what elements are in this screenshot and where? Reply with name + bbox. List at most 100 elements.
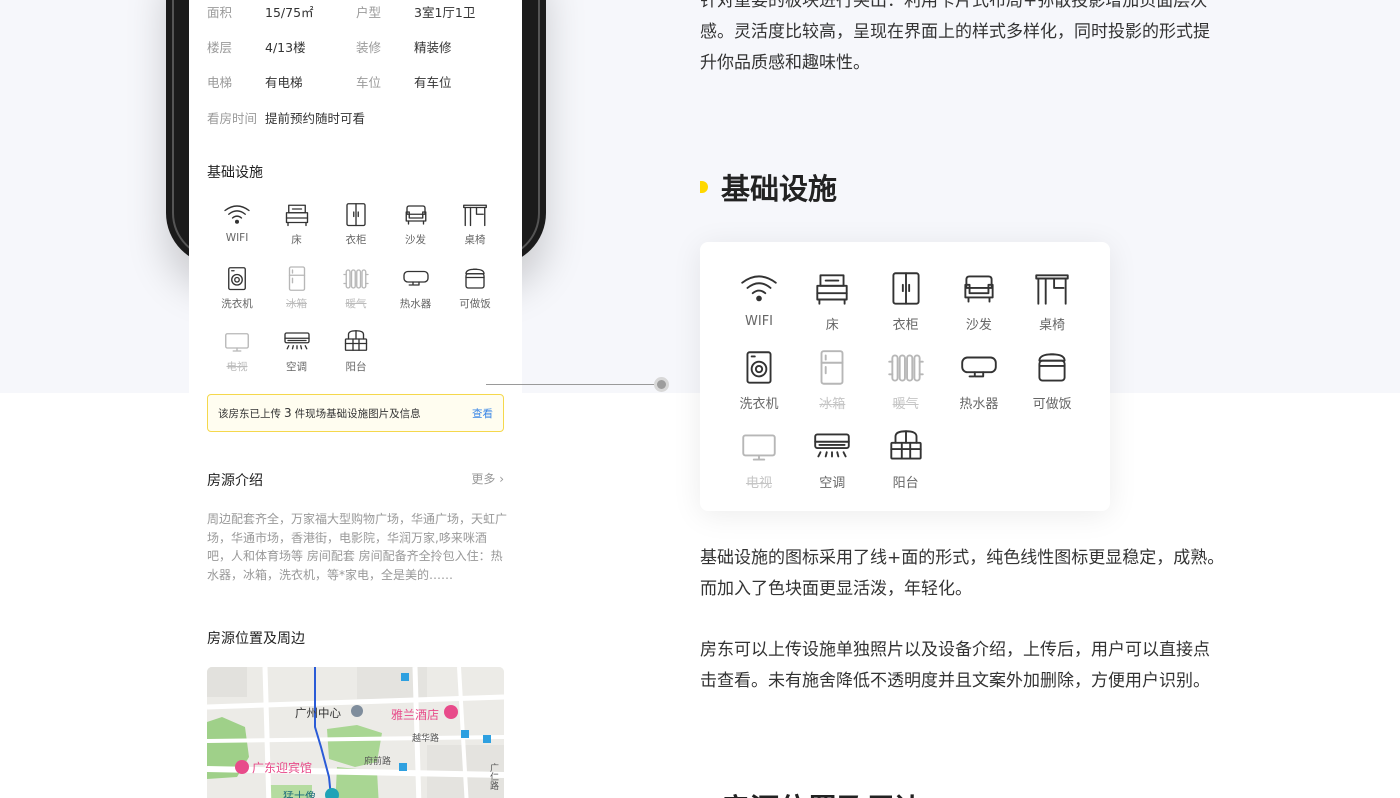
wifi-icon — [207, 200, 267, 230]
facility-label: 可做饭 — [459, 297, 491, 310]
facility-sofa[interactable]: 沙发 — [942, 268, 1016, 333]
facility-desk-chair[interactable]: 桌椅 — [445, 200, 505, 247]
facility-label: 热水器 — [399, 297, 432, 310]
facility-label: 床 — [825, 318, 839, 333]
map-view[interactable]: 广州中心 雅兰酒店 越华路 府前路 广仁路 广东迎宾馆 猛士像 — [207, 667, 504, 798]
value-decoration: 精装修 — [414, 40, 452, 55]
wardrobe-icon — [869, 268, 943, 310]
air-conditioner-icon — [795, 426, 869, 468]
label-elevator: 电梯 — [207, 75, 233, 90]
intro-title: 房源介绍 — [207, 473, 263, 489]
facility-wardrobe[interactable]: 衣柜 — [326, 200, 386, 247]
facility-balcony[interactable]: 阳台 — [326, 327, 386, 374]
map-poi-center[interactable]: 广州中心 — [295, 705, 341, 721]
connector-dot — [654, 377, 669, 392]
desk-chair-icon — [1015, 268, 1089, 310]
location-title: 房源位置及周边 — [207, 631, 305, 647]
info-row-elevator: 电梯 有电梯 车位 有车位 — [207, 72, 505, 91]
fridge-icon — [795, 347, 869, 389]
tv-icon — [722, 426, 796, 468]
value-layout: 3室1厅1卫 — [414, 5, 476, 20]
value-floor: 4/13楼 — [265, 40, 306, 55]
facility-sofa[interactable]: 沙发 — [386, 200, 446, 247]
facility-label: 暖气 — [345, 297, 367, 310]
balcony-icon — [326, 327, 386, 357]
facility-heater[interactable]: 暖气 — [869, 347, 943, 412]
facility-label: 阳台 — [345, 361, 367, 373]
map-road-2: 府前路 — [364, 757, 392, 767]
washing-machine-icon — [207, 264, 267, 294]
facility-balcony[interactable]: 阳台 — [869, 426, 943, 491]
facility-label: 空调 — [286, 361, 307, 373]
facility-washing-machine[interactable]: 洗衣机 — [207, 264, 267, 311]
notice-view-link[interactable]: 查看 — [472, 406, 493, 421]
facility-water-heater[interactable]: 热水器 — [386, 264, 446, 311]
connector-line — [486, 384, 662, 385]
facility-air-conditioner[interactable]: 空调 — [267, 327, 327, 374]
top-para-line-1: 针对重要的板块进行突出：利用卡片式布局+弥散投影增加页面层次 — [700, 0, 1208, 11]
rice-cooker-icon — [445, 264, 505, 294]
info-row-viewing: 看房时间 提前预约随时可看 — [207, 108, 365, 127]
notice-suffix: 件现场基础设施图片及信息 — [294, 408, 421, 420]
value-area: 15/75㎡ — [265, 5, 314, 20]
label-layout: 户型 — [356, 5, 382, 20]
facility-washing-machine[interactable]: 洗衣机 — [722, 347, 796, 412]
facility-label: 冰箱 — [286, 297, 307, 310]
phone-screen: 面积 15/75㎡ 户型 3室1厅1卫 楼层 4/13楼 装修 精装修 电梯 有… — [189, 0, 522, 798]
map-poi-hotel-2[interactable]: 广东迎宾馆 — [252, 759, 312, 776]
top-para-line-2: 感。灵活度比较高，呈现在界面上的样式多样化，同时投影的形式提 — [700, 22, 1210, 42]
facility-label: 冰箱 — [819, 397, 846, 412]
facility-tv[interactable]: 电视 — [207, 327, 267, 374]
facility-label: 桌椅 — [464, 234, 486, 246]
wifi-icon — [722, 268, 796, 310]
facility-water-heater[interactable]: 热水器 — [942, 347, 1016, 412]
facility-label: 电视 — [226, 361, 248, 373]
water-heater-icon — [942, 347, 1016, 389]
label-decoration: 装修 — [356, 40, 382, 55]
facility-label: 沙发 — [965, 318, 992, 333]
section-heading-location: 房源位置及周边 — [721, 786, 924, 798]
label-parking: 车位 — [356, 75, 382, 90]
facility-tv[interactable]: 电视 — [722, 426, 796, 491]
facility-fridge[interactable]: 冰箱 — [795, 347, 869, 412]
facility-label: 电视 — [745, 476, 772, 491]
intro-more-link[interactable]: 更多 › — [471, 470, 504, 487]
facility-label: 沙发 — [405, 234, 426, 246]
facility-wifi[interactable]: WIFI — [722, 268, 796, 329]
facility-fridge[interactable]: 冰箱 — [267, 264, 327, 311]
top-paragraph: 针对重要的板块进行突出：利用卡片式布局+弥散投影增加页面层次 感。灵活度比较高，… — [700, 0, 1210, 79]
intro-text: 周边配套齐全，万家福大型购物广场，华通广场，天虹广场，华通市场，香港街，电影院，… — [207, 512, 508, 582]
facility-bed[interactable]: 床 — [795, 268, 869, 333]
facility-bed[interactable]: 床 — [267, 200, 327, 247]
facility-label: 空调 — [819, 476, 846, 491]
washing-machine-icon — [722, 347, 796, 389]
desc1-line-1: 基础设施的图标采用了线+面的形式，纯色线性图标更显稳定，成熟。 — [700, 548, 1225, 568]
facility-notice[interactable]: 该房东已上传 3 件现场基础设施图片及信息 查看 — [207, 394, 504, 432]
map-poi-hotel-1[interactable]: 雅兰酒店 — [391, 706, 439, 723]
facility-label: 衣柜 — [892, 318, 919, 333]
facility-air-conditioner[interactable]: 空调 — [795, 426, 869, 491]
value-viewing-time: 提前预约随时可看 — [265, 111, 366, 126]
desc-paragraph-2: 房东可以上传设施单独照片以及设备介绍，上传后，用户可以直接点 击查看。未有施舍降… — [700, 635, 1210, 697]
facility-rice-cooker[interactable]: 可做饭 — [1015, 347, 1089, 412]
air-conditioner-icon — [267, 327, 327, 357]
bed-icon — [267, 200, 327, 230]
label-area: 面积 — [207, 5, 233, 20]
facilities-card: WIFI 床 衣柜 沙发 桌椅洗衣机 冰箱 暖气 热水器 可做饭电视 空调 阳台 — [700, 242, 1110, 511]
facility-desk-chair[interactable]: 桌椅 — [1015, 268, 1089, 333]
facility-label: 可做饭 — [1032, 397, 1072, 412]
desk-chair-icon — [445, 200, 505, 230]
map-poi-statue[interactable]: 猛士像 — [283, 788, 316, 798]
value-parking: 有车位 — [414, 75, 452, 90]
facility-wardrobe[interactable]: 衣柜 — [869, 268, 943, 333]
facility-wifi[interactable]: WIFI — [207, 200, 267, 244]
section-heading-facilities: 基础设施 — [721, 172, 838, 206]
sofa-icon — [386, 200, 446, 230]
facility-heater[interactable]: 暖气 — [326, 264, 386, 311]
intro-more-label: 更多 — [471, 472, 496, 486]
facility-rice-cooker[interactable]: 可做饭 — [445, 264, 505, 311]
facility-label: 热水器 — [959, 397, 999, 412]
facility-label: WIFI — [225, 232, 249, 244]
facility-label: 桌椅 — [1039, 318, 1066, 333]
rice-cooker-icon — [1015, 347, 1089, 389]
